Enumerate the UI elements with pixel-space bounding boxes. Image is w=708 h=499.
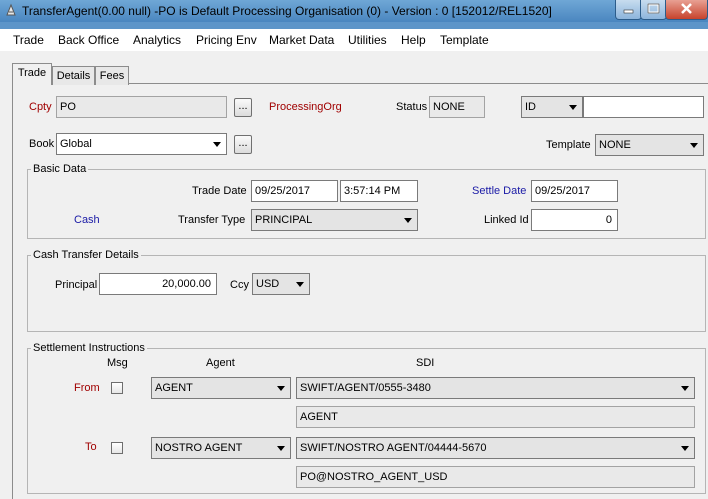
template-select[interactable]: NONE bbox=[595, 134, 704, 156]
menu-utilities[interactable]: Utilities bbox=[348, 33, 387, 47]
minimize-icon bbox=[623, 9, 634, 14]
linked-id-input[interactable]: 0 bbox=[531, 209, 618, 231]
cpty-lookup-button[interactable]: ... bbox=[234, 98, 252, 117]
menu-help[interactable]: Help bbox=[401, 33, 426, 47]
principal-input[interactable]: 20,000.00 bbox=[99, 273, 217, 295]
processing-org-label: ProcessingOrg bbox=[269, 101, 342, 113]
ccy-value: USD bbox=[256, 278, 280, 290]
basic-data-title: Basic Data bbox=[31, 163, 89, 175]
agent-column-header: Agent bbox=[206, 357, 235, 369]
book-value: Global bbox=[60, 138, 92, 150]
id-input[interactable] bbox=[583, 96, 704, 118]
chevron-down-icon bbox=[277, 386, 285, 391]
book-label: Book bbox=[29, 138, 55, 150]
status-label: Status bbox=[396, 101, 428, 113]
chevron-down-icon bbox=[690, 143, 698, 148]
menu-pricing-env[interactable]: Pricing Env bbox=[196, 33, 257, 47]
from-sdi-select[interactable]: SWIFT/AGENT/0555-3480 bbox=[296, 377, 695, 399]
chevron-down-icon bbox=[681, 446, 689, 451]
cpty-label: Cpty bbox=[29, 101, 52, 113]
sdi-column-header: SDI bbox=[416, 357, 435, 369]
from-label: From bbox=[74, 382, 100, 394]
transfer-type-select[interactable]: PRINCIPAL bbox=[251, 209, 418, 231]
tab-fees[interactable]: Fees bbox=[95, 66, 129, 85]
window-title: TransferAgent(0.00 null) -PO is Default … bbox=[22, 4, 552, 18]
chevron-down-icon bbox=[569, 105, 577, 110]
settlement-title: Settlement Instructions bbox=[31, 342, 147, 354]
book-lookup-button[interactable]: ... bbox=[234, 135, 252, 154]
to-sdi-select[interactable]: SWIFT/NOSTRO AGENT/04444-5670 bbox=[296, 437, 695, 459]
from-sdi-value: SWIFT/AGENT/0555-3480 bbox=[300, 382, 431, 394]
trade-date-label: Trade Date bbox=[192, 185, 247, 197]
principal-label: Principal bbox=[55, 279, 98, 291]
from-msg-checkbox[interactable] bbox=[111, 382, 123, 394]
to-agent-select[interactable]: NOSTRO AGENT bbox=[151, 437, 291, 459]
window-frame bbox=[0, 22, 708, 29]
menu-analytics[interactable]: Analytics bbox=[133, 33, 181, 47]
chevron-down-icon bbox=[277, 446, 285, 451]
book-select[interactable]: Global bbox=[56, 133, 227, 155]
minimize-button[interactable] bbox=[615, 0, 642, 20]
chevron-down-icon bbox=[296, 282, 304, 287]
menu-market-data[interactable]: Market Data bbox=[269, 33, 334, 47]
trade-date-input[interactable]: 09/25/2017 bbox=[251, 180, 338, 202]
to-sdi-detail: PO@NOSTRO_AGENT_USD bbox=[296, 466, 695, 488]
from-agent-select[interactable]: AGENT bbox=[151, 377, 291, 399]
close-button[interactable] bbox=[665, 0, 708, 20]
from-sdi-detail: AGENT bbox=[296, 406, 695, 428]
title-bar: TransferAgent(0.00 null) -PO is Default … bbox=[0, 0, 708, 22]
app-icon bbox=[6, 3, 16, 16]
cpty-field[interactable]: PO bbox=[56, 96, 227, 118]
id-type-value: ID bbox=[525, 101, 536, 113]
id-type-select[interactable]: ID bbox=[521, 96, 583, 118]
tab-trade[interactable]: Trade bbox=[12, 63, 52, 85]
to-msg-checkbox[interactable] bbox=[111, 442, 123, 454]
maximize-button[interactable] bbox=[640, 0, 667, 20]
menu-bar: Trade Back Office Analytics Pricing Env … bbox=[0, 29, 708, 51]
ccy-select[interactable]: USD bbox=[252, 273, 310, 295]
chevron-down-icon bbox=[681, 386, 689, 391]
menu-back-office[interactable]: Back Office bbox=[58, 33, 119, 47]
msg-column-header: Msg bbox=[107, 357, 128, 369]
trade-time-input[interactable]: 3:57:14 PM bbox=[340, 180, 418, 202]
ccy-label: Ccy bbox=[230, 279, 249, 291]
settle-date-input[interactable]: 09/25/2017 bbox=[531, 180, 618, 202]
linked-id-label: Linked Id bbox=[484, 214, 529, 226]
to-label: To bbox=[85, 441, 97, 453]
status-field: NONE bbox=[429, 96, 485, 118]
chevron-down-icon bbox=[213, 142, 221, 147]
to-agent-value: NOSTRO AGENT bbox=[155, 442, 243, 454]
maximize-icon bbox=[647, 3, 660, 14]
transfer-type-label: Transfer Type bbox=[178, 214, 246, 226]
transfer-type-value: PRINCIPAL bbox=[255, 214, 313, 226]
settle-date-label: Settle Date bbox=[472, 185, 527, 197]
menu-trade[interactable]: Trade bbox=[13, 33, 44, 47]
to-sdi-value: SWIFT/NOSTRO AGENT/04444-5670 bbox=[300, 442, 487, 454]
close-icon bbox=[681, 3, 692, 14]
cash-label: Cash bbox=[74, 214, 100, 226]
chevron-down-icon bbox=[404, 218, 412, 223]
template-value: NONE bbox=[599, 139, 631, 151]
template-label: Template bbox=[546, 139, 591, 151]
menu-template[interactable]: Template bbox=[440, 33, 489, 47]
cash-transfer-title: Cash Transfer Details bbox=[31, 249, 141, 261]
from-agent-value: AGENT bbox=[155, 382, 193, 394]
tab-details[interactable]: Details bbox=[52, 66, 95, 85]
